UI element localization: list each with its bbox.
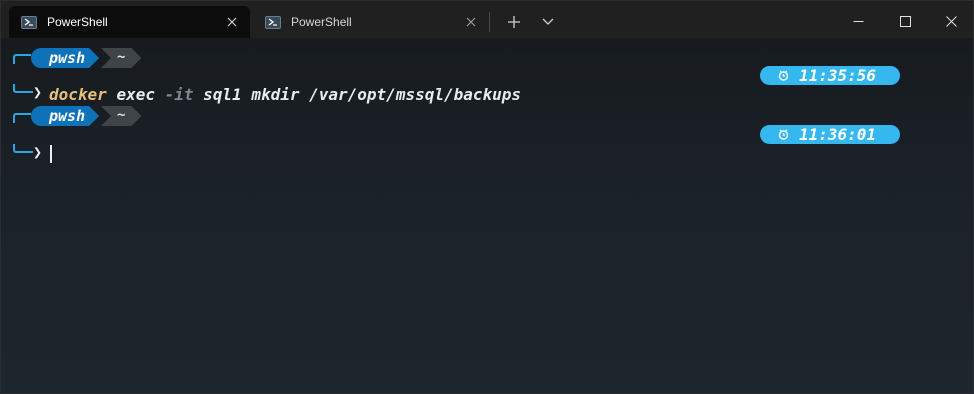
shell-segment: pwsh — [31, 106, 99, 126]
prompt-frame-top — [13, 113, 31, 123]
command-rest: sql1 mkdir /var/opt/mssql/backups — [203, 85, 522, 104]
command-line: docker exec -it sql1 mkdir /var/opt/mssq… — [49, 85, 521, 104]
tab-label: PowerShell — [47, 15, 108, 29]
path-segment: ~ — [101, 48, 141, 68]
chevron-down-icon[interactable] — [538, 12, 558, 32]
shell-segment: pwsh — [31, 48, 99, 68]
tab-powershell-2[interactable]: PowerShell — [253, 6, 489, 38]
prompt-frame-top — [13, 54, 31, 64]
prompt-frame-bottom — [13, 144, 33, 153]
tab-divider — [489, 12, 490, 32]
time-segment: 11:36:01 — [760, 125, 900, 144]
close-icon[interactable] — [463, 14, 479, 30]
powershell-icon — [21, 15, 37, 29]
terminal-window: PowerShell PowerShell pwsh ~ 11:35:56 ❯ … — [0, 0, 974, 394]
terminal-output[interactable]: pwsh ~ 11:35:56 ❯ docker exec -it sql1 m… — [1, 38, 973, 393]
window-close-icon[interactable] — [940, 10, 962, 32]
clock-icon — [778, 70, 789, 81]
minimize-icon[interactable] — [847, 10, 869, 32]
tab-bar: PowerShell PowerShell — [1, 1, 973, 38]
prompt-frame-bottom — [13, 84, 33, 93]
clock-icon — [778, 129, 789, 140]
time-text: 11:36:01 — [799, 125, 877, 144]
close-icon[interactable] — [224, 14, 240, 30]
prompt-chevron: ❯ — [33, 83, 43, 101]
time-segment: 11:35:56 — [760, 66, 900, 85]
prompt-chevron: ❯ — [33, 143, 43, 161]
tab-powershell-1[interactable]: PowerShell — [9, 6, 250, 38]
command-name: docker — [49, 85, 107, 104]
text-cursor — [50, 145, 52, 163]
command-flag: -it — [164, 85, 194, 104]
path-segment: ~ — [101, 106, 141, 126]
plus-icon[interactable] — [504, 12, 524, 32]
powershell-icon — [265, 15, 281, 29]
time-text: 11:35:56 — [799, 66, 877, 85]
command-arg: exec — [116, 85, 155, 104]
tab-label: PowerShell — [291, 15, 352, 29]
maximize-icon[interactable] — [894, 10, 916, 32]
